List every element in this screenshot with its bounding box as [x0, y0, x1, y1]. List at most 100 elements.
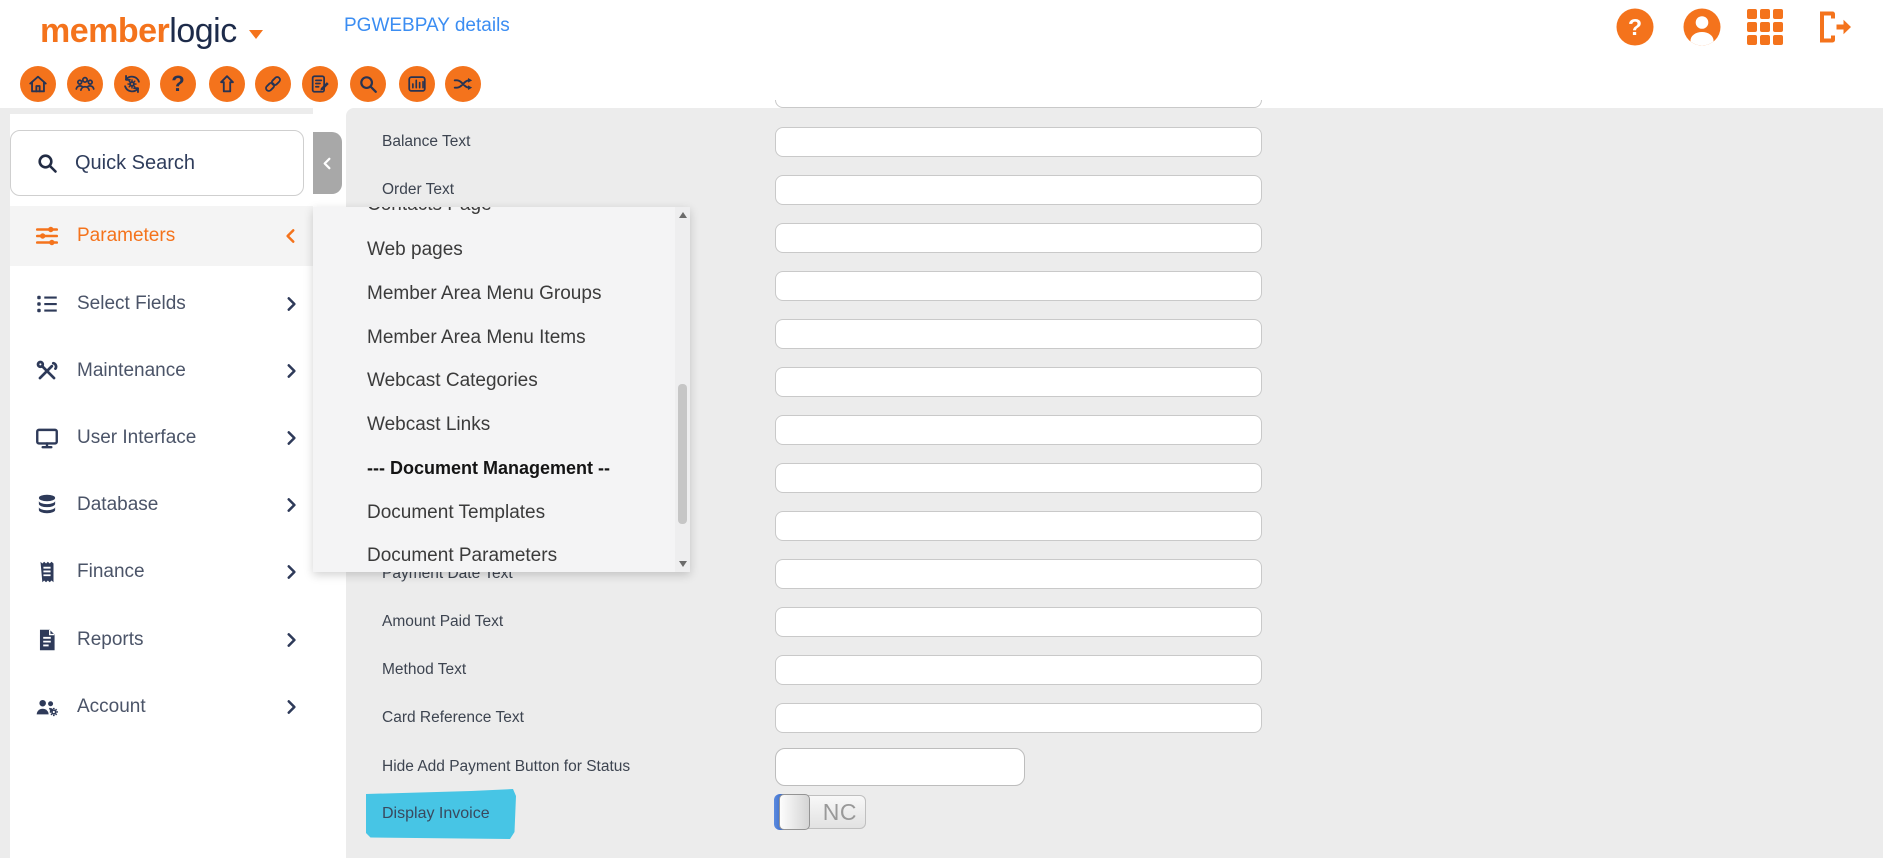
breadcrumb[interactable]: PGWEBPAY details [344, 15, 510, 37]
chevron-right-icon [282, 631, 300, 649]
sidebar-item-select-fields[interactable]: Select Fields [10, 274, 313, 334]
sidebar-collapse-handle[interactable] [313, 132, 342, 194]
input-balance-text[interactable] [775, 127, 1262, 157]
field-label-balance-text: Balance Text [382, 132, 470, 152]
users-gear-icon [34, 694, 60, 720]
logout-icon[interactable] [1813, 7, 1853, 47]
sidebar-item-database[interactable]: Database [10, 475, 313, 535]
sidebar-item-parameters[interactable]: Parameters [10, 206, 313, 266]
form-input[interactable] [775, 223, 1262, 253]
svg-text:?: ? [1628, 14, 1642, 40]
header: memberlogic PGWEBPAY details ? [0, 0, 1883, 62]
form-input[interactable] [775, 367, 1262, 397]
field-label-amount-paid-text: Amount Paid Text [382, 612, 503, 632]
chevron-right-icon [282, 496, 300, 514]
search-icon [35, 151, 59, 175]
chevron-right-icon [282, 563, 300, 581]
scrollbar-thumb[interactable] [678, 384, 687, 524]
help-icon[interactable]: ? [160, 66, 196, 102]
receipt-icon [34, 559, 60, 585]
tools-icon [34, 358, 60, 384]
toggle-knob[interactable] [779, 794, 810, 830]
dropdown-item-web-pages[interactable]: Web pages [367, 239, 666, 263]
form-input[interactable] [775, 415, 1262, 445]
parameters-dropdown-menu: Contacts Page Web pages Member Area Menu G… [313, 207, 690, 572]
sidebar: Parameters Select Fields Maintenance User I… [10, 114, 313, 862]
database-icon [34, 492, 60, 518]
users-icon[interactable] [67, 66, 103, 102]
sidebar-item-label: Reports [77, 629, 144, 651]
form-input[interactable] [775, 271, 1262, 301]
logo-text-member: member [40, 12, 169, 51]
sidebar-item-account[interactable]: Account [10, 677, 313, 737]
sync-settings-icon[interactable] [114, 66, 150, 102]
field-label-method-text: Method Text [382, 660, 466, 680]
highlight-marker: Display Invoice [366, 789, 516, 839]
sidebar-item-label: Finance [77, 561, 145, 583]
field-label-hide-add-payment-button-for-status: Hide Add Payment Button for Status [382, 757, 630, 777]
chevron-left-icon [282, 227, 300, 245]
input-amount-paid-text[interactable] [775, 607, 1262, 637]
dropdown-item-webcast-links[interactable]: Webcast Links [367, 414, 666, 438]
sidebar-item-label: Account [77, 696, 146, 718]
sidebar-item-maintenance[interactable]: Maintenance [10, 341, 313, 401]
input-hide-add-payment-button-for-status[interactable] [775, 748, 1025, 786]
dropdown-item-member-area-menu-items[interactable]: Member Area Menu Items [367, 327, 666, 351]
display-invoice-label: Display Invoice [382, 805, 490, 823]
display-invoice-toggle[interactable]: NC [774, 795, 866, 829]
dropdown-item-webcast-categories[interactable]: Webcast Categories [367, 370, 666, 394]
form-input[interactable] [775, 319, 1262, 349]
monitor-icon [34, 425, 60, 451]
chevron-right-icon [282, 362, 300, 380]
sidebar-item-label: Database [77, 494, 158, 516]
search-icon[interactable] [350, 66, 386, 102]
dropdown-item-contacts-page[interactable]: Contacts Page [367, 207, 666, 218]
bar-chart-icon[interactable] [399, 66, 435, 102]
chevron-right-icon [282, 698, 300, 716]
chevron-right-icon [282, 429, 300, 447]
logo-dropdown-caret-icon [249, 30, 263, 39]
quick-search-input[interactable] [73, 151, 277, 176]
user-icon[interactable] [1682, 7, 1722, 47]
apps-grid-icon[interactable] [1745, 7, 1785, 47]
chevron-right-icon [282, 295, 300, 313]
dropdown-item-document-management[interactable]: --- Document Management -- [367, 458, 666, 482]
sidebar-item-label: Maintenance [77, 360, 186, 382]
shuffle-icon[interactable] [445, 66, 481, 102]
scroll-down-icon[interactable] [679, 561, 687, 567]
sidebar-item-label: User Interface [77, 427, 196, 449]
form-input[interactable] [775, 463, 1262, 493]
dropdown-scrollbar[interactable] [675, 207, 690, 572]
sidebar-item-label: Parameters [77, 225, 175, 247]
field-label-card-reference-text: Card Reference Text [382, 708, 524, 728]
scroll-up-icon[interactable] [679, 212, 687, 218]
input-method-text[interactable] [775, 655, 1262, 685]
input-card-reference-text[interactable] [775, 703, 1262, 733]
dropdown-item-document-templates[interactable]: Document Templates [367, 502, 666, 526]
toggle-value: NC [823, 799, 857, 826]
sidebar-item-finance[interactable]: Finance [10, 542, 313, 602]
app-logo[interactable]: memberlogic [40, 8, 263, 54]
sliders-icon [34, 223, 60, 249]
field-label-order-text: Order Text [382, 180, 454, 200]
sidebar-item-user-interface[interactable]: User Interface [10, 408, 313, 468]
upload-icon[interactable] [209, 66, 245, 102]
list-icon [34, 291, 60, 317]
icon-toolbar: ? [0, 62, 1883, 100]
sidebar-item-label: Select Fields [77, 293, 186, 315]
input-order-text[interactable] [775, 175, 1262, 205]
link-icon[interactable] [255, 66, 291, 102]
form-input[interactable] [775, 511, 1262, 541]
dropdown-item-document-parameters[interactable]: Document Parameters [367, 545, 666, 569]
edit-form-icon[interactable] [302, 66, 338, 102]
logo-text-logic: logic [169, 12, 236, 51]
quick-search-box[interactable] [10, 130, 304, 196]
home-icon[interactable] [20, 66, 56, 102]
help-icon[interactable]: ? [1615, 7, 1655, 47]
input-payment-date-text[interactable] [775, 559, 1262, 589]
chevron-left-icon [320, 156, 335, 171]
sidebar-item-reports[interactable]: Reports [10, 610, 313, 670]
document-icon [34, 627, 60, 653]
app-root: memberlogic PGWEBPAY details ? ? Paramet… [0, 0, 1883, 862]
dropdown-item-member-area-menu-groups[interactable]: Member Area Menu Groups [367, 283, 666, 307]
